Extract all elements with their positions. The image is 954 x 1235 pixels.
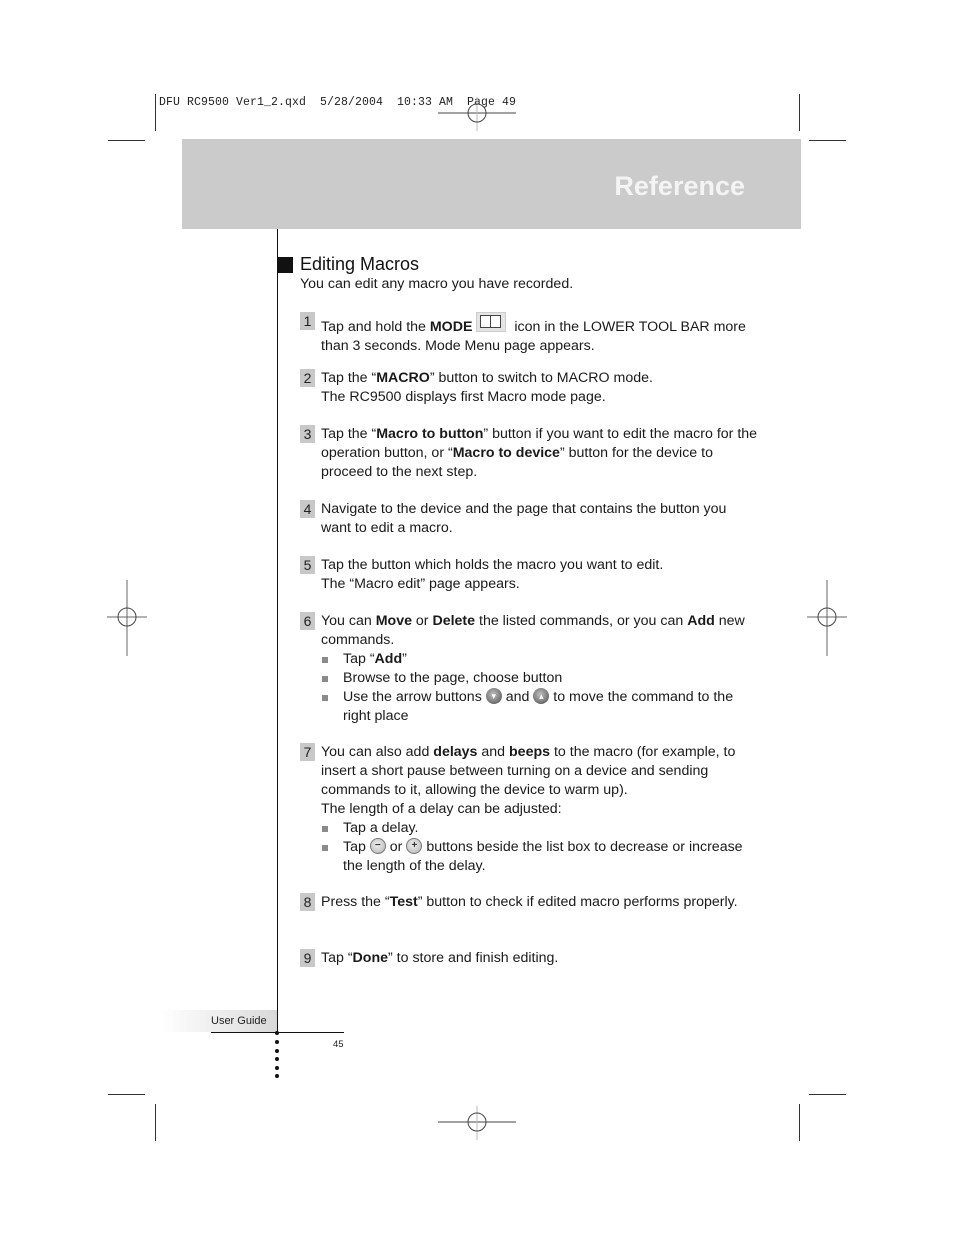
footer-label: User Guide [211, 1015, 267, 1027]
bullet-item: Use the arrow buttons ▾ and ▴ to move th… [321, 688, 760, 726]
step-text: Tap the “MACRO” button to switch to MACR… [321, 370, 653, 405]
crop-mark [155, 1104, 156, 1141]
step-9: 9 Tap “Done” to store and finish editing… [300, 949, 760, 968]
step-text: Navigate to the device and the page that… [321, 501, 727, 536]
step-3: 3 Tap the “Macro to button” button if yo… [300, 425, 760, 482]
registration-mark-icon [107, 580, 147, 656]
step-number: 4 [300, 500, 315, 518]
section-marker [278, 257, 293, 273]
step-number: 7 [300, 743, 315, 761]
crop-mark [155, 94, 156, 131]
minus-button-icon: − [369, 838, 386, 854]
footer-dot [275, 1057, 279, 1061]
step-8: 8 Press the “Test” button to check if ed… [300, 893, 760, 912]
footer-dot [275, 1040, 279, 1044]
step-text: Tap and hold the MODE icon in the LOWER … [321, 312, 760, 356]
crop-mark [809, 140, 846, 141]
crop-mark [799, 1104, 800, 1141]
crop-mark [809, 1094, 846, 1095]
margin-rule [277, 229, 278, 1033]
bullet-item: Tap − or + buttons beside the list box t… [321, 838, 760, 876]
step-5: 5 Tap the button which holds the macro y… [300, 556, 760, 594]
footer-dot [275, 1049, 279, 1053]
registration-mark-icon [438, 1106, 516, 1140]
plus-button-icon: + [406, 838, 423, 854]
bullet-square-icon [322, 676, 328, 682]
step-text: You can also add delays and beeps to the… [321, 744, 736, 817]
step-1: 1 Tap and hold the MODE icon in the LOWE… [300, 312, 760, 356]
step-4: 4 Navigate to the device and the page th… [300, 500, 760, 538]
step-6: 6 You can Move or Delete the listed comm… [300, 612, 760, 726]
step-number: 9 [300, 949, 315, 967]
bullet-item: Browse to the page, choose button [321, 669, 760, 688]
arrow-up-button-icon: ▴ [533, 688, 550, 704]
footer-dot [275, 1031, 279, 1035]
bullet-item: Tap a delay. [321, 819, 760, 838]
bullet-square-icon [322, 826, 328, 832]
footer-dot [275, 1066, 279, 1070]
bullet-item: Tap “Add” [321, 650, 760, 669]
chapter-header-band: Reference [182, 139, 801, 229]
step-2: 2 Tap the “MACRO” button to switch to MA… [300, 369, 760, 407]
step-text: Press the “Test” button to check if edit… [321, 894, 738, 910]
section-intro: You can edit any macro you have recorded… [300, 276, 574, 292]
step-text: Tap “Done” to store and finish editing. [321, 950, 559, 966]
bullet-square-icon [322, 845, 328, 851]
step-number: 5 [300, 556, 315, 574]
bullet-square-icon [322, 657, 328, 663]
step-number: 1 [300, 312, 315, 330]
footer-dot [275, 1074, 279, 1078]
crop-mark [108, 140, 145, 141]
step-number: 2 [300, 369, 315, 387]
bullet-square-icon [322, 695, 328, 701]
step-7-bullets: Tap a delay. Tap − or + buttons beside t… [321, 819, 760, 876]
step-text: Tap the “Macro to button” button if you … [321, 426, 758, 480]
section-title: Editing Macros [300, 254, 420, 274]
step-text: Tap the button which holds the macro you… [321, 557, 664, 592]
registration-mark-icon [807, 580, 847, 656]
step-7: 7 You can also add delays and beeps to t… [300, 743, 760, 876]
step-6-bullets: Tap “Add” Browse to the page, choose but… [321, 650, 760, 726]
chapter-title: Reference [614, 171, 745, 201]
page-number: 45 [333, 1039, 344, 1050]
step-number: 8 [300, 893, 315, 911]
arrow-down-button-icon: ▾ [485, 688, 502, 704]
step-text: You can Move or Delete the listed comman… [321, 613, 745, 648]
mode-book-icon [476, 312, 507, 332]
crop-mark [108, 1094, 145, 1095]
crop-mark [799, 94, 800, 131]
step-number: 6 [300, 612, 315, 630]
registration-mark-icon [438, 97, 516, 131]
step-number: 3 [300, 425, 315, 443]
